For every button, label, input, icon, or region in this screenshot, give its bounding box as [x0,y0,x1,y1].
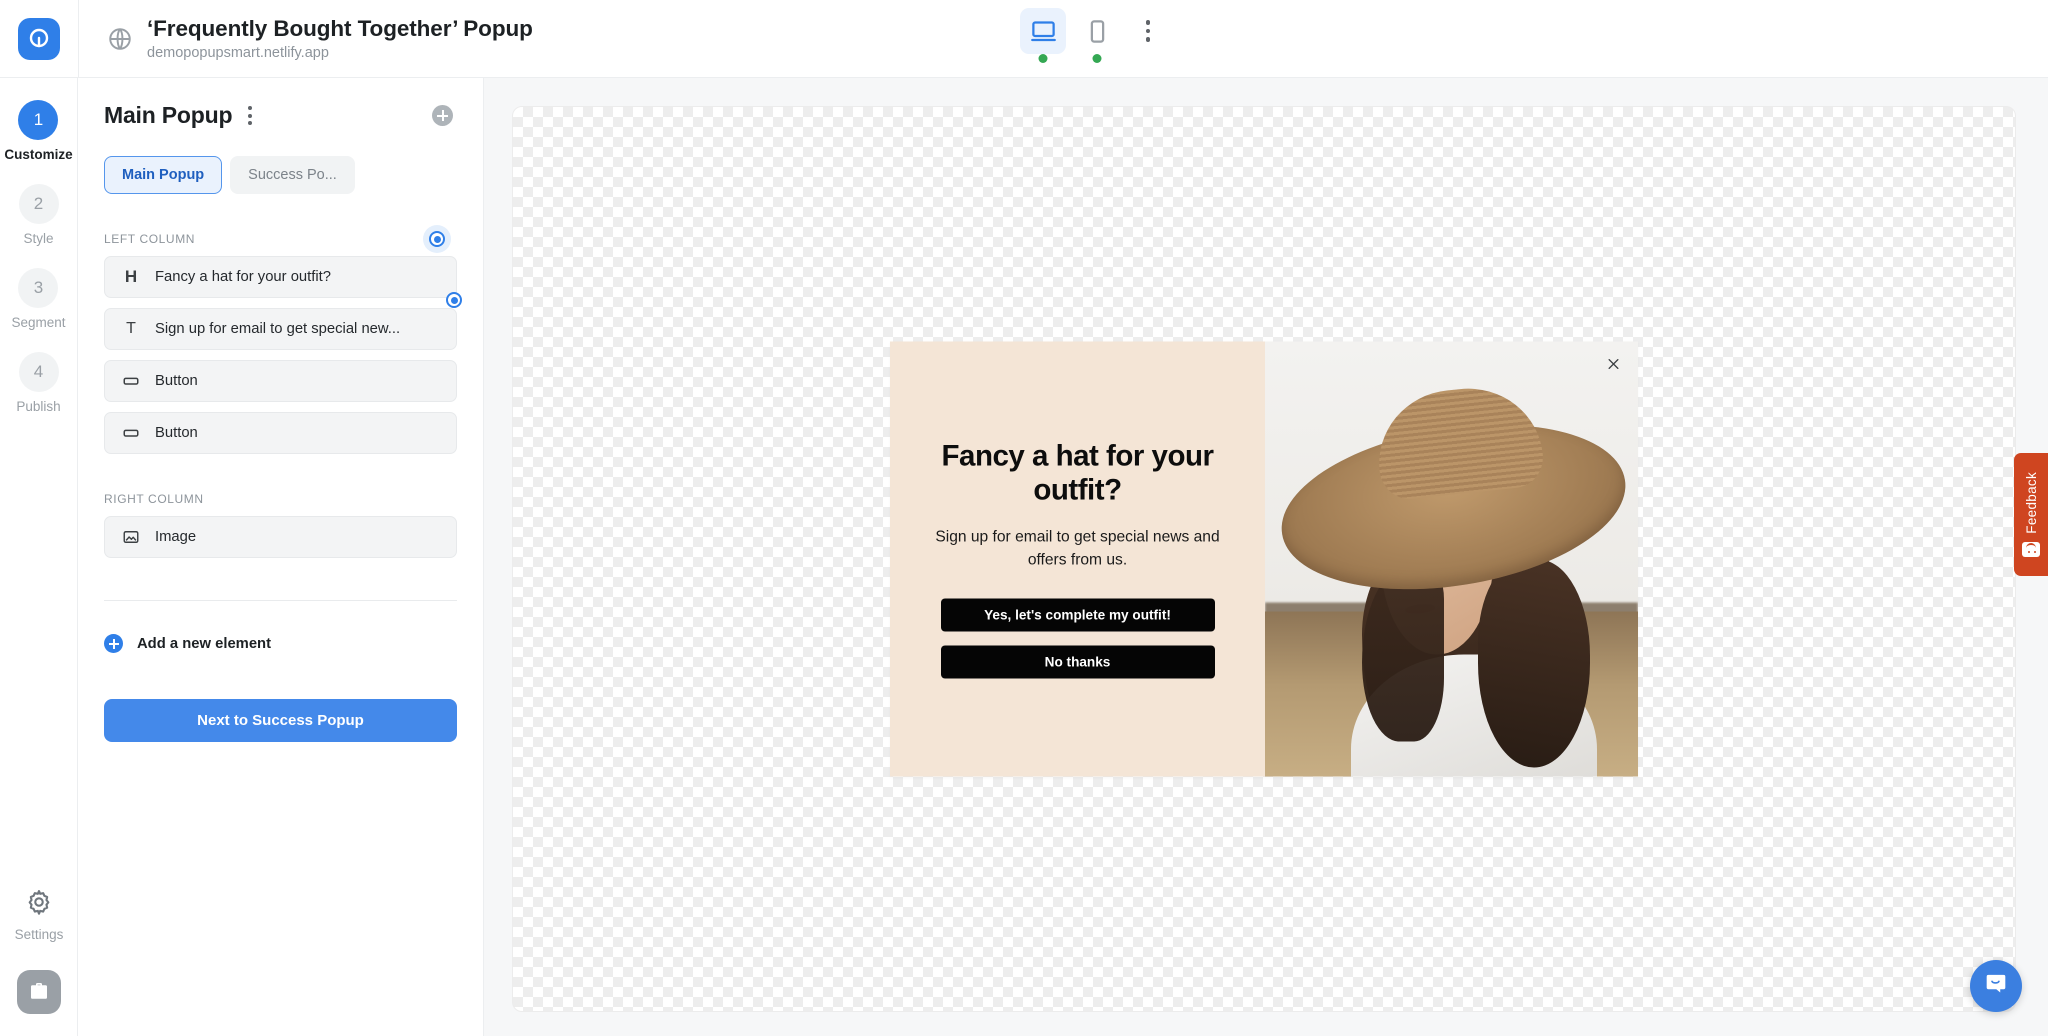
desktop-status-dot [1039,54,1048,63]
rail-settings-label: Settings [15,927,64,942]
page-title: ‘Frequently Bought Together’ Popup [147,16,533,42]
panel-kebab-menu-icon[interactable] [242,102,258,129]
add-new-element-button[interactable]: Add a new element [104,634,457,653]
left-column-label: LEFT COLUMN [104,232,195,246]
text-element-select-radio[interactable] [440,286,468,314]
image-icon [121,528,141,546]
step-rail: 1 Customize 2 Style 3 Segment 4 Publish [0,78,78,1036]
plus-circle-icon [104,634,123,653]
element-row-label: Button [155,373,198,389]
app-root: ‘Frequently Bought Together’ Popup demop… [0,0,2048,1036]
briefcase-icon[interactable] [17,970,61,1014]
text-icon: T [121,320,141,338]
rail-step-style[interactable]: 2 Style [19,184,59,246]
right-column-section: RIGHT COLUMN [104,492,457,506]
popup-right-column [1265,342,1638,777]
top-bar: ‘Frequently Bought Together’ Popup demop… [0,0,2048,78]
tab-main-popup[interactable]: Main Popup [104,156,222,194]
rail-step-segment[interactable]: 3 Segment [11,268,65,330]
rail-item-settings[interactable]: Settings [15,888,64,942]
popup-preview: Fancy a hat for your outfit? Sign up for… [890,342,1638,777]
element-row-label: Fancy a hat for your outfit? [155,269,331,285]
smiley-face-icon [2022,542,2040,557]
rail-step-number: 2 [19,184,59,224]
chat-bubble-icon [1983,971,2009,1002]
editor-sidebar: Main Popup Main Popup Success Po... LEFT… [78,78,484,1036]
rail-step-label: Publish [16,399,60,414]
sidebar-divider [104,600,457,601]
rail-bottom-group: Settings [0,888,78,1036]
feedback-tab[interactable]: Feedback [2014,453,2048,576]
document-title-block: ‘Frequently Bought Together’ Popup demop… [79,16,533,61]
device-preview-toolbar [1020,8,1168,54]
element-row-label: Button [155,425,198,441]
button-icon [121,372,141,390]
right-column-label: RIGHT COLUMN [104,492,204,506]
device-toggle-mobile[interactable] [1074,8,1120,54]
tab-success-popup[interactable]: Success Po... [230,156,355,194]
popup-secondary-button[interactable]: No thanks [941,645,1215,678]
heading-icon: H [121,267,141,287]
element-row-button-2[interactable]: Button [104,412,457,454]
element-row-image[interactable]: Image [104,516,457,558]
next-to-success-popup-button[interactable]: Next to Success Popup [104,699,457,742]
device-toggle-desktop[interactable] [1020,8,1066,54]
popup-step-tabs: Main Popup Success Po... [104,156,457,194]
brand-logo-cell [0,18,78,60]
globe-icon [107,26,133,52]
element-row-label: Image [155,529,196,545]
body-row: 1 Customize 2 Style 3 Segment 4 Publish [0,78,2048,1036]
page-url: demopopupsmart.netlify.app [147,45,533,61]
button-icon [121,424,141,442]
rail-step-label: Style [23,231,53,246]
left-column-select-radio[interactable] [423,225,451,253]
rail-step-label: Segment [11,315,65,330]
add-step-plus-circle-icon[interactable] [432,105,453,126]
woman-wearing-straw-hat-photo[interactable] [1265,342,1638,777]
element-row-label: Sign up for email to get special new... [155,321,400,337]
rail-step-number: 4 [19,352,59,392]
rail-step-label: Customize [4,147,72,162]
rail-step-number: 3 [18,268,58,308]
popup-heading[interactable]: Fancy a hat for your outfit? [924,440,1231,507]
canvas-area: Fancy a hat for your outfit? Sign up for… [484,78,2048,1036]
panel-title: Main Popup [104,102,232,129]
add-new-element-label: Add a new element [137,636,271,652]
kebab-menu-icon[interactable] [1128,8,1168,54]
rail-step-customize[interactable]: 1 Customize [4,100,72,162]
popup-left-column: Fancy a hat for your outfit? Sign up for… [890,342,1265,777]
panel-header: Main Popup [104,102,457,129]
close-icon[interactable] [1602,353,1624,375]
popup-subtext[interactable]: Sign up for email to get special news an… [924,527,1231,571]
mobile-status-dot [1093,54,1102,63]
element-row-button-1[interactable]: Button [104,360,457,402]
popup-primary-button[interactable]: Yes, let's complete my outfit! [941,598,1215,631]
element-row-text[interactable]: T Sign up for email to get special new..… [104,308,457,350]
left-column-section: LEFT COLUMN [104,232,457,246]
preview-canvas[interactable]: Fancy a hat for your outfit? Sign up for… [512,106,2016,1012]
rail-step-publish[interactable]: 4 Publish [16,352,60,414]
gear-icon [25,888,53,921]
rail-step-number: 1 [18,100,58,140]
popupsmart-logo-icon[interactable] [18,18,60,60]
chat-launcher-button[interactable] [1970,960,2022,1012]
feedback-label: Feedback [2024,472,2039,534]
element-row-heading[interactable]: H Fancy a hat for your outfit? [104,256,457,298]
